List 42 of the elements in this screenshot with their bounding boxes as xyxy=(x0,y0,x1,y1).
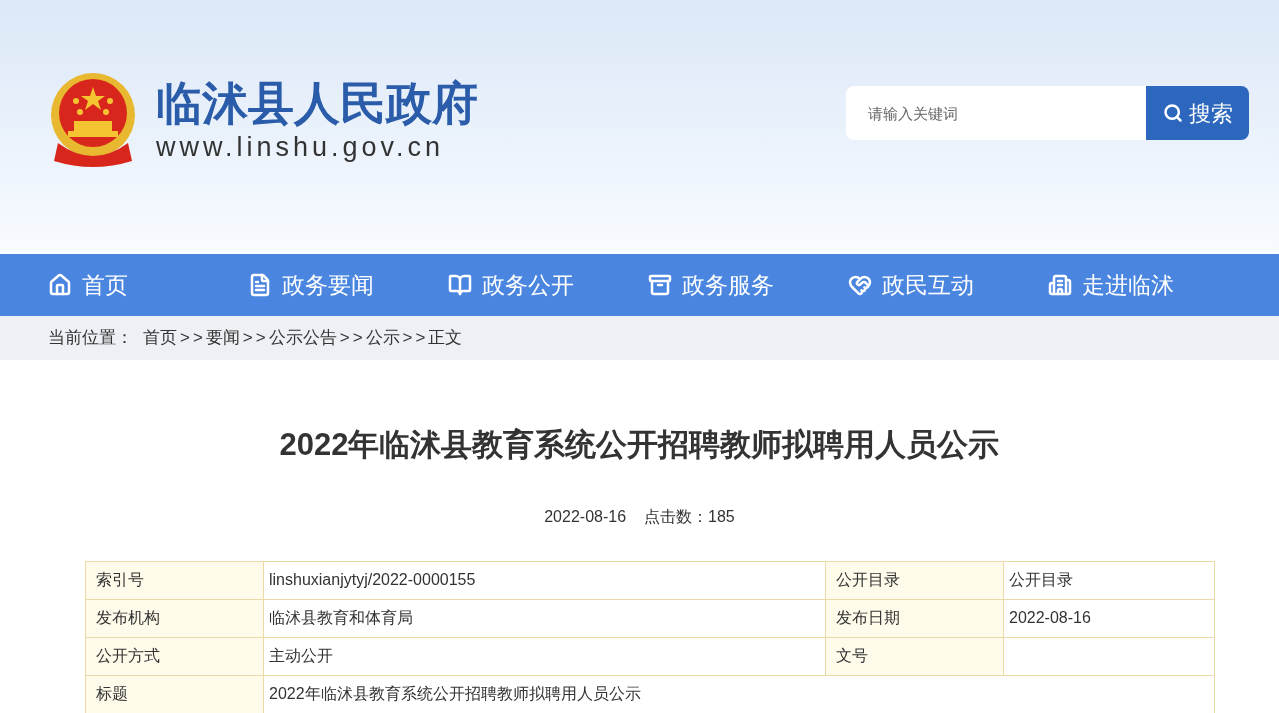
nav-item[interactable]: 政务服务 xyxy=(648,254,848,316)
label-cell: 标题 xyxy=(85,675,264,713)
breadcrumb-link[interactable]: 首页 xyxy=(143,325,177,351)
site-url: www.linshu.gov.cn xyxy=(156,133,446,161)
nav-item[interactable]: 走进临沭 xyxy=(1048,254,1248,316)
value-cell: linshuxianjytyj/2022-0000155 xyxy=(263,561,826,599)
breadcrumb-link[interactable]: 正文 xyxy=(428,325,463,351)
value-cell: 主动公开 xyxy=(263,637,826,675)
label-cell: 索引号 xyxy=(85,561,264,599)
nav-item[interactable]: 首页 xyxy=(48,254,248,316)
site-title: 临沭县人民政府 xyxy=(156,79,478,126)
view-count: 点击数：185 xyxy=(644,506,735,527)
breadcrumb-separator: >> xyxy=(241,327,269,350)
breadcrumb-label: 当前位置： xyxy=(48,327,133,350)
label-cell: 公开目录 xyxy=(825,561,1004,599)
nav-item[interactable]: 政务要闻 xyxy=(248,254,448,316)
breadcrumb-separator: >> xyxy=(179,327,206,350)
home-icon xyxy=(48,273,72,297)
label-cell: 公开方式 xyxy=(85,637,264,675)
search-button[interactable]: 搜索 xyxy=(1146,86,1249,140)
label-cell: 发布日期 xyxy=(825,599,1004,637)
emblem-icon xyxy=(48,73,138,167)
document-icon xyxy=(248,273,272,297)
box-icon xyxy=(648,273,672,297)
breadcrumb-separator: >> xyxy=(401,327,429,350)
search-field[interactable]: 请输入关键词 xyxy=(846,86,1146,140)
building-icon xyxy=(1048,273,1072,297)
value-cell: 2022-08-16 xyxy=(1003,599,1215,637)
value-cell: 公开目录 xyxy=(1003,561,1215,599)
article-title: 2022年临沭县教育系统公开招聘教师拟聘用人员公示 xyxy=(279,426,1000,464)
publish-date: 2022-08-16 xyxy=(544,506,627,527)
nav-item[interactable]: 政民互动 xyxy=(848,254,1048,316)
value-cell: 临沭县教育和体育局 xyxy=(263,599,826,637)
label-cell: 文号 xyxy=(825,637,1004,675)
breadcrumb-link[interactable]: 公示 xyxy=(365,325,400,351)
breadcrumb-link[interactable]: 公示公告 xyxy=(268,325,337,351)
breadcrumb-separator: >> xyxy=(338,327,366,350)
book-icon xyxy=(448,273,472,297)
search-icon xyxy=(1162,103,1183,123)
breadcrumb-link[interactable]: 要闻 xyxy=(205,325,240,351)
nav-item[interactable]: 政务公开 xyxy=(448,254,648,316)
label-cell: 发布机构 xyxy=(85,599,264,637)
